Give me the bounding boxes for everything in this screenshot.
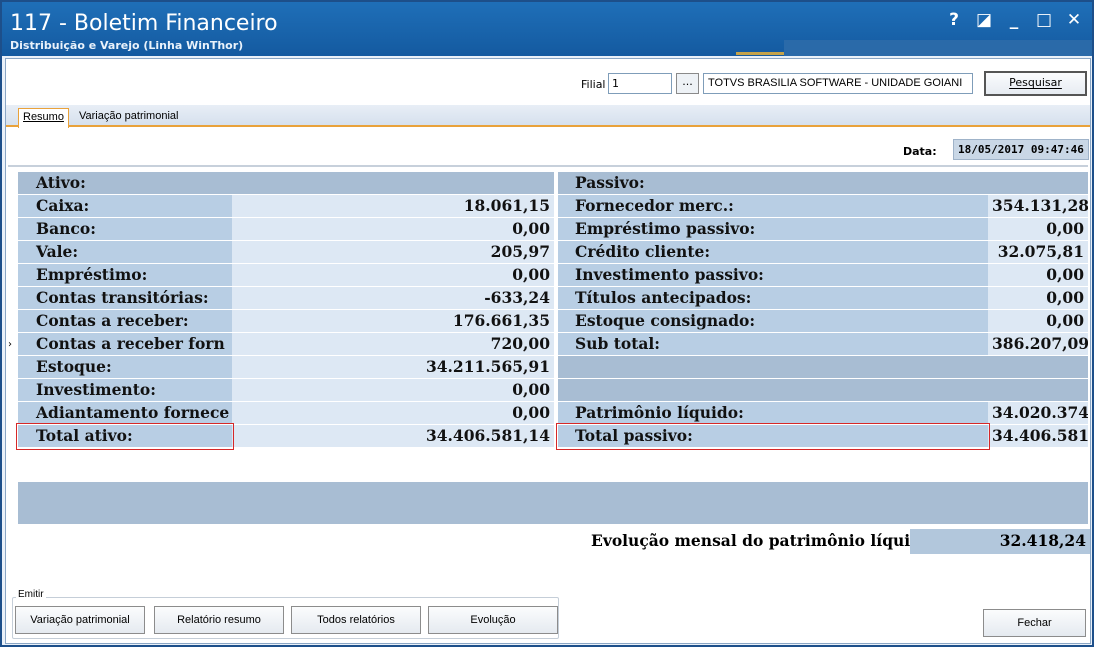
table-row: Banco: 0,00 Empréstimo passivo: 0,00 [18,218,1088,241]
passivo-blank [558,356,1088,378]
tab-resumo[interactable]: Resumo [18,108,69,128]
table-row: Contas a receber forn 720,00 Sub total: … [18,333,1088,356]
table-row: Vale: 205,97 Crédito cliente: 32.075,81 [18,241,1088,264]
filial-lookup-button[interactable]: ... [676,73,699,94]
total-row: Total ativo: 34.406.581,14 Total passivo… [18,425,1088,448]
ativo-label: Investimento: [18,379,232,401]
minimize-icon[interactable]: _ [1006,10,1022,30]
ativo-value: 34.211.565,91 [232,356,554,378]
expand-arrow-icon[interactable]: › [8,339,12,350]
table-row: Empréstimo: 0,00 Investimento passivo: 0… [18,264,1088,287]
title-bar: 117 - Boletim Financeiro Distribuição e … [2,2,1092,56]
passivo-label: Crédito cliente: [558,241,988,263]
total-ativo-value: 34.406.581,14 [232,425,554,447]
evolucao-value: 32.418,24 [910,529,1090,554]
passivo-label: Títulos antecipados: [558,287,988,309]
app-window: 117 - Boletim Financeiro Distribuição e … [0,0,1094,647]
patrimonio-value: 34.020.374 [988,402,1088,424]
patrimonio-label: Patrimônio líquido: [558,402,988,424]
table-row: Adiantamento fornece 0,00 Patrimônio líq… [18,402,1088,425]
ativo-label: Vale: [18,241,232,263]
passivo-value: 0,00 [988,218,1088,240]
table-row: Contas transitórias: -633,24 Títulos ant… [18,287,1088,310]
table-row: Contas a receber: 176.661,35 Estoque con… [18,310,1088,333]
ativo-value: -633,24 [232,287,554,309]
ativo-label: Contas transitórias: [18,287,232,309]
ativo-label: Caixa: [18,195,232,217]
passivo-subtotal-label: Sub total: [558,333,988,355]
ativo-value: 0,00 [232,264,554,286]
todos-relatorios-button[interactable]: Todos relatórios [291,606,421,634]
ativo-value: 205,97 [232,241,554,263]
close-icon[interactable]: ✕ [1066,10,1082,30]
ativo-value: 0,00 [232,379,554,401]
ativo-value: 176.661,35 [232,310,554,332]
ativo-value: 720,00 [232,333,554,355]
passivo-value: 0,00 [988,264,1088,286]
passivo-blank [558,379,1088,401]
ativo-label: Estoque: [18,356,232,378]
window-controls: ? ◪ _ □ ✕ [946,10,1082,30]
filial-label: Filial [581,78,606,91]
ativo-label: Contas a receber: [18,310,232,332]
ativo-header: Ativo: [18,172,554,194]
title-decoration [736,40,1092,56]
passivo-label: Fornecedor merc.: [558,195,988,217]
filial-code-input[interactable]: 1 [608,73,672,94]
passivo-label: Empréstimo passivo: [558,218,988,240]
ativo-label: Adiantamento fornece [18,402,232,424]
variacao-patrimonial-button[interactable]: Variação patrimonial [15,606,145,634]
ativo-label: Contas a receber forn [18,333,232,355]
passivo-value: 0,00 [988,310,1088,332]
passivo-value: 0,00 [988,287,1088,309]
window-title: 117 - Boletim Financeiro [10,11,278,36]
passivo-label: Estoque consignado: [558,310,988,332]
tab-variacao-patrimonial[interactable]: Variação patrimonial [75,108,182,127]
date-value: 18/05/2017 09:47:46 [953,139,1089,160]
ativo-label: Banco: [18,218,232,240]
header-row: Ativo: Passivo: [18,172,1088,195]
main-content: Filial 1 ... TOTVS BRASILIA SOFTWARE - U… [5,58,1091,644]
evolucao-label: Evolução mensal do patrimônio líquido: [591,531,938,550]
ativo-value: 18.061,15 [232,195,554,217]
passivo-subtotal-value: 386.207,09 [988,333,1088,355]
passivo-value: 32.075,81 [988,241,1088,263]
divider [8,165,1088,167]
passivo-label: Investimento passivo: [558,264,988,286]
ativo-value: 0,00 [232,402,554,424]
date-label: Data: [903,145,937,158]
passivo-value: 354.131,28 [988,195,1088,217]
window-subtitle: Distribuição e Varejo (Linha WinThor) [10,39,244,52]
filial-name-field: TOTVS BRASILIA SOFTWARE - UNIDADE GOIANI [703,73,973,94]
evolucao-button[interactable]: Evolução [428,606,558,634]
table-row: Estoque: 34.211.565,91 [18,356,1088,379]
maximize-icon[interactable]: □ [1036,10,1052,30]
emitir-label: Emitir [16,589,46,600]
total-passivo-label: Total passivo: [558,425,988,447]
table-row: Caixa: 18.061,15 Fornecedor merc.: 354.1… [18,195,1088,218]
search-button[interactable]: Pesquisar [984,71,1087,96]
passivo-header: Passivo: [558,172,1088,194]
tab-bar: Resumo Variação patrimonial [6,105,1090,128]
total-passivo-value: 34.406.581 [988,425,1088,447]
restore-layout-icon[interactable]: ◪ [976,10,992,30]
close-button[interactable]: Fechar [983,609,1086,637]
total-ativo-label: Total ativo: [18,425,232,447]
ativo-value: 0,00 [232,218,554,240]
help-icon[interactable]: ? [946,10,962,30]
ativo-label: Empréstimo: [18,264,232,286]
relatorio-resumo-button[interactable]: Relatório resumo [154,606,284,634]
table-row: Investimento: 0,00 [18,379,1088,402]
grid-footer-band [18,482,1088,524]
